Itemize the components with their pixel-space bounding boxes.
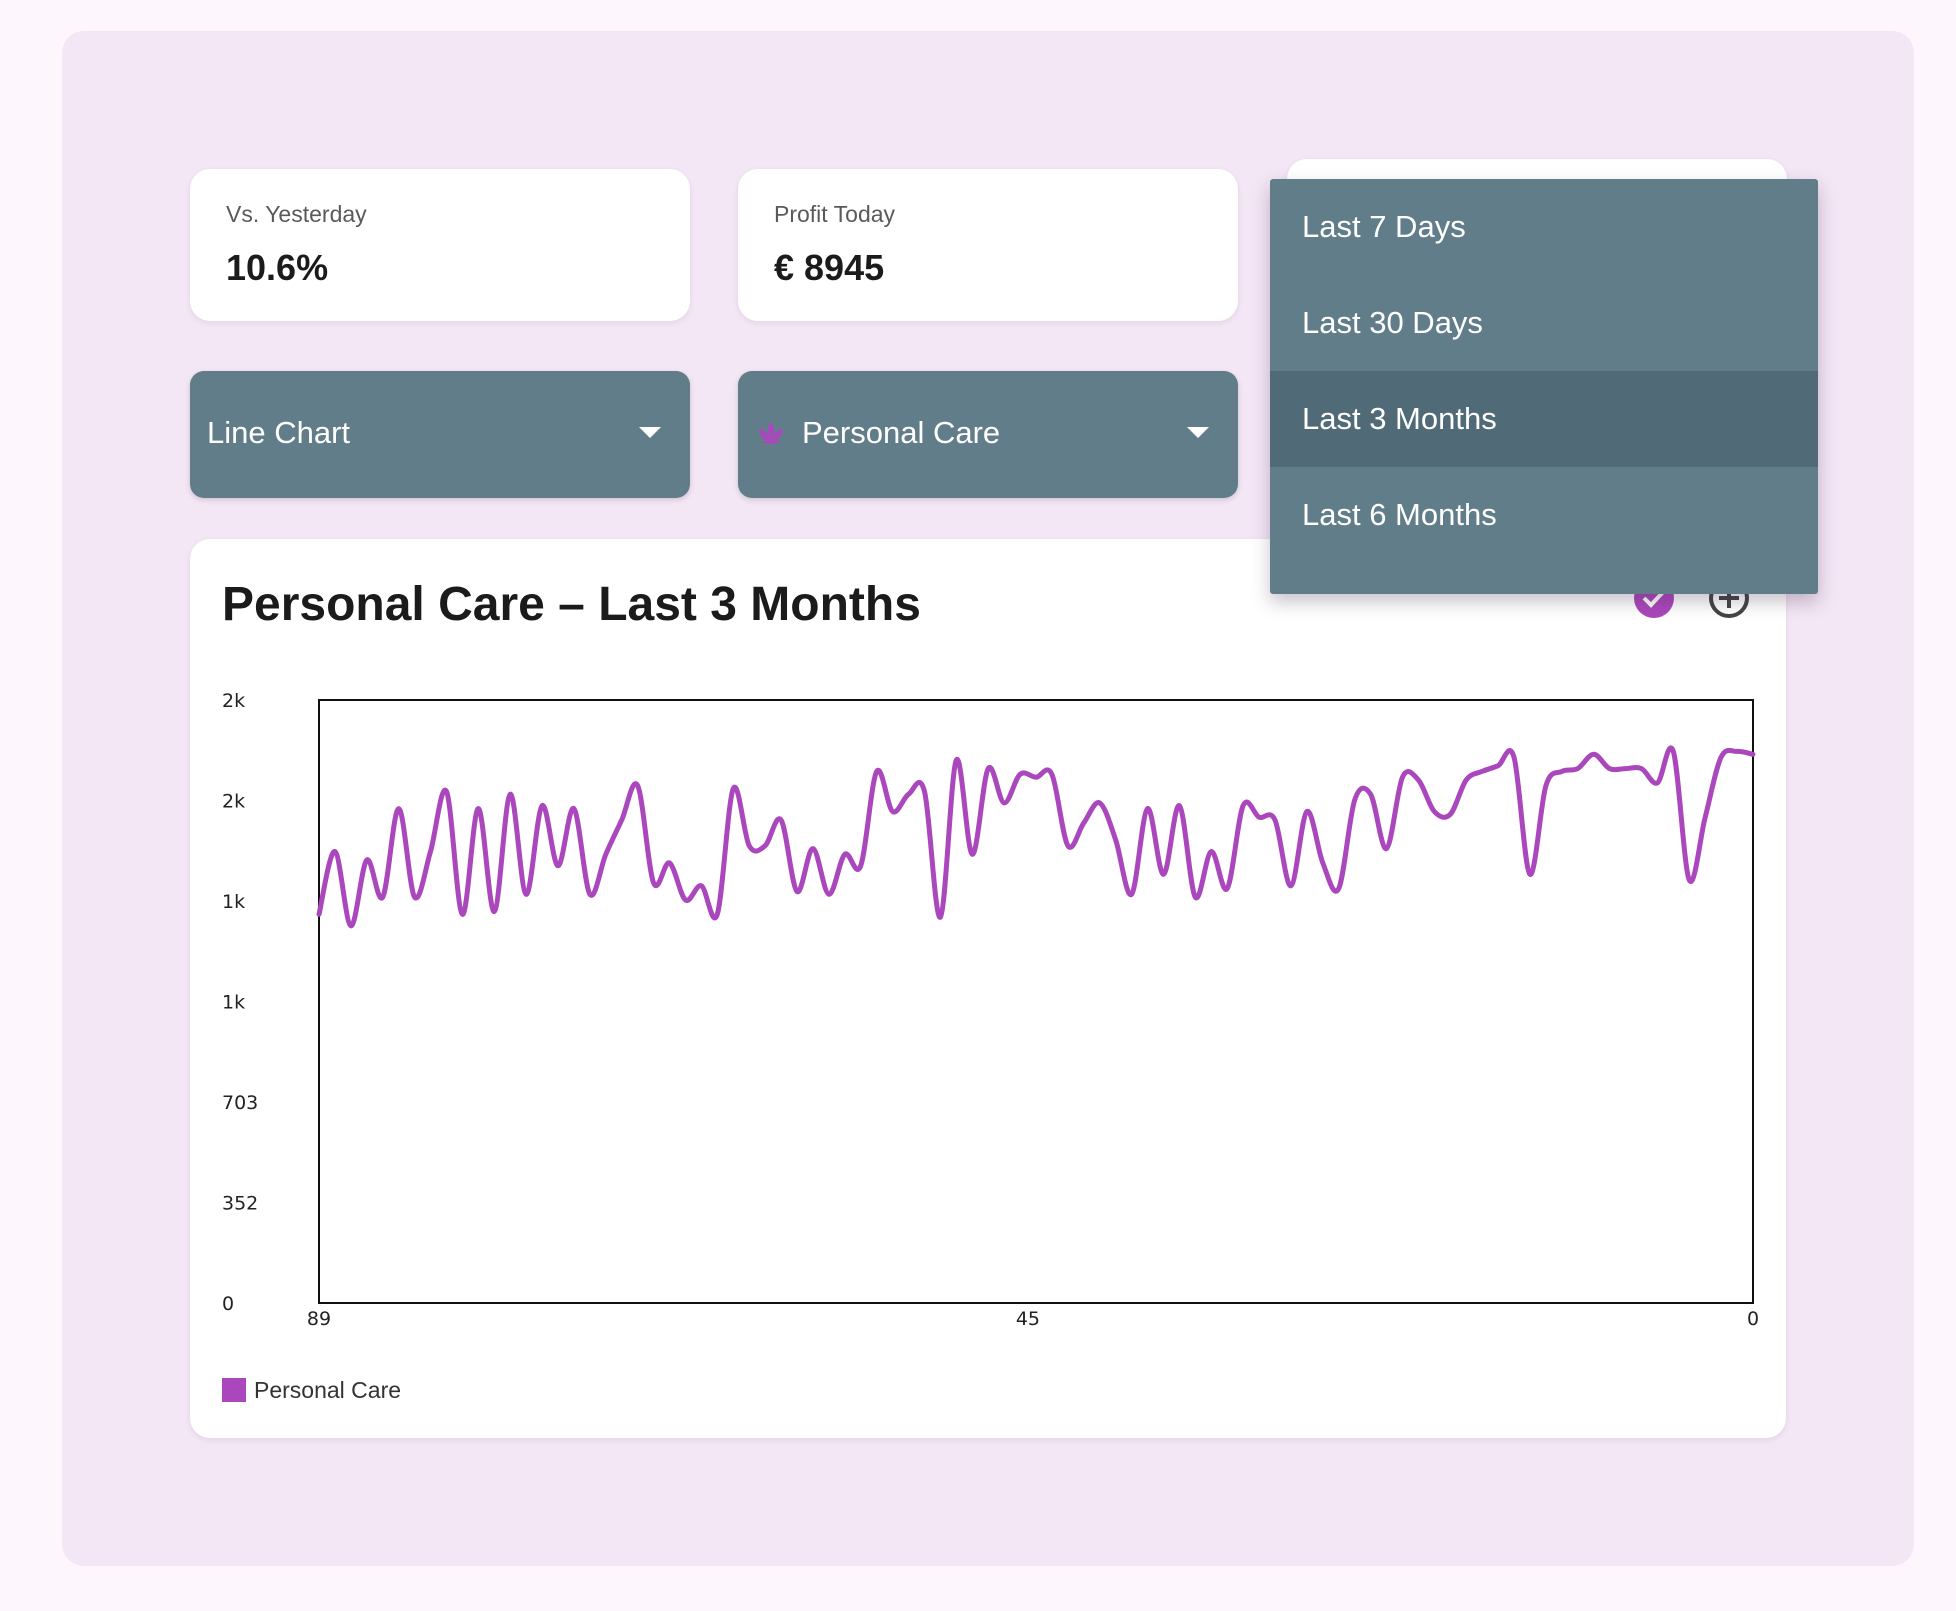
legend-swatch [222,1378,246,1402]
x-tick-label: 0 [1747,1308,1759,1329]
y-tick-label: 2k [222,791,245,813]
y-tick-label: 703 [222,1092,258,1114]
x-tick-label: 45 [1016,1308,1040,1329]
stat-label: Vs. Yesterday [226,201,367,227]
chevron-down-icon [1187,427,1209,438]
stat-card-vs-yesterday: Vs. Yesterday 10.6% [190,169,690,321]
stat-value: € 8945 [774,247,885,288]
category-select-value: Personal Care [802,415,1001,450]
y-tick-label: 0 [222,1293,234,1315]
menu-item-last-30-days[interactable]: Last 30 Days [1270,275,1818,371]
menu-item-last-7-days[interactable]: Last 7 Days [1270,179,1818,275]
y-tick-label: 352 [222,1193,258,1215]
y-tick-label: 1k [222,891,245,913]
plot-area-frame [318,699,1754,1304]
y-tick-label: 2k [222,690,245,712]
series-line-personal-care [316,745,1756,929]
chart-type-select[interactable]: Line Chart [190,371,690,498]
x-tick-label: 89 [307,1308,331,1329]
y-tick-label: 1k [222,992,245,1014]
period-menu: Last 7 Days Last 30 Days Last 3 Months L… [1270,179,1818,594]
menu-item-last-6-months[interactable]: Last 6 Months [1270,467,1818,563]
stat-card-profit-today: Profit Today € 8945 [738,169,1238,321]
chart-type-select-value: Line Chart [207,415,351,450]
chevron-down-icon [639,427,661,438]
category-select[interactable]: Personal Care [738,371,1238,498]
menu-item-last-3-months[interactable]: Last 3 Months [1270,371,1818,467]
lotus-icon [756,419,786,452]
stat-value: 10.6% [226,247,329,288]
stat-label: Profit Today [774,201,896,227]
legend-label: Personal Care [254,1377,402,1403]
chart-card: Personal Care – Last 3 Months 0 352 703 1k 1… [190,539,1786,1438]
line-chart: 0 352 703 1k 1k 2k 2k 89 45 0 [222,690,1759,1329]
